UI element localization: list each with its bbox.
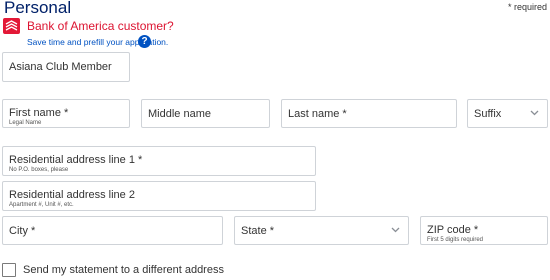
address-line-2-label: Residential address line 2 [9, 189, 135, 201]
state-label: State * [241, 225, 275, 237]
last-name-label: Last name * [288, 108, 347, 120]
different-address-label[interactable]: Send my statement to a different address [23, 264, 224, 276]
section-title: Personal [4, 0, 72, 17]
address-line-2-hint: Apartment #, Unit #, etc. [9, 202, 74, 208]
chevron-down-icon [391, 227, 400, 232]
address-line-1-hint: No P.O. boxes, please [9, 167, 69, 173]
different-address-checkbox[interactable] [2, 263, 16, 277]
chevron-down-icon [530, 110, 539, 115]
bank-customer-link[interactable]: Bank of America customer? [27, 19, 174, 33]
city-label: City * [9, 225, 36, 237]
first-name-hint: Legal Name [9, 120, 42, 126]
required-note: * required [507, 2, 547, 12]
last-name-field[interactable]: Last name * [281, 99, 457, 128]
bank-logo-icon [3, 18, 20, 34]
club-member-label: Asiana Club Member [9, 61, 112, 73]
state-select[interactable]: State * [234, 216, 409, 245]
first-name-field[interactable]: First name * Legal Name [2, 99, 130, 128]
address-line-2-field[interactable]: Residential address line 2 Apartment #, … [2, 181, 316, 211]
suffix-label: Suffix [474, 108, 502, 120]
address-line-1-label: Residential address line 1 * [9, 154, 143, 166]
zip-code-label: ZIP code * [427, 224, 479, 236]
suffix-select[interactable]: Suffix [467, 99, 548, 128]
middle-name-label: Middle name [148, 108, 211, 120]
first-name-label: First name * [9, 107, 69, 119]
address-line-1-field[interactable]: Residential address line 1 * No P.O. box… [2, 146, 316, 176]
zip-code-hint: First 5 digits required [427, 237, 484, 243]
zip-code-field[interactable]: ZIP code * First 5 digits required [420, 216, 548, 245]
city-field[interactable]: City * [2, 216, 223, 245]
middle-name-field[interactable]: Middle name [141, 99, 270, 128]
help-icon[interactable]: ? [138, 35, 151, 48]
club-member-field[interactable]: Asiana Club Member [2, 52, 130, 82]
